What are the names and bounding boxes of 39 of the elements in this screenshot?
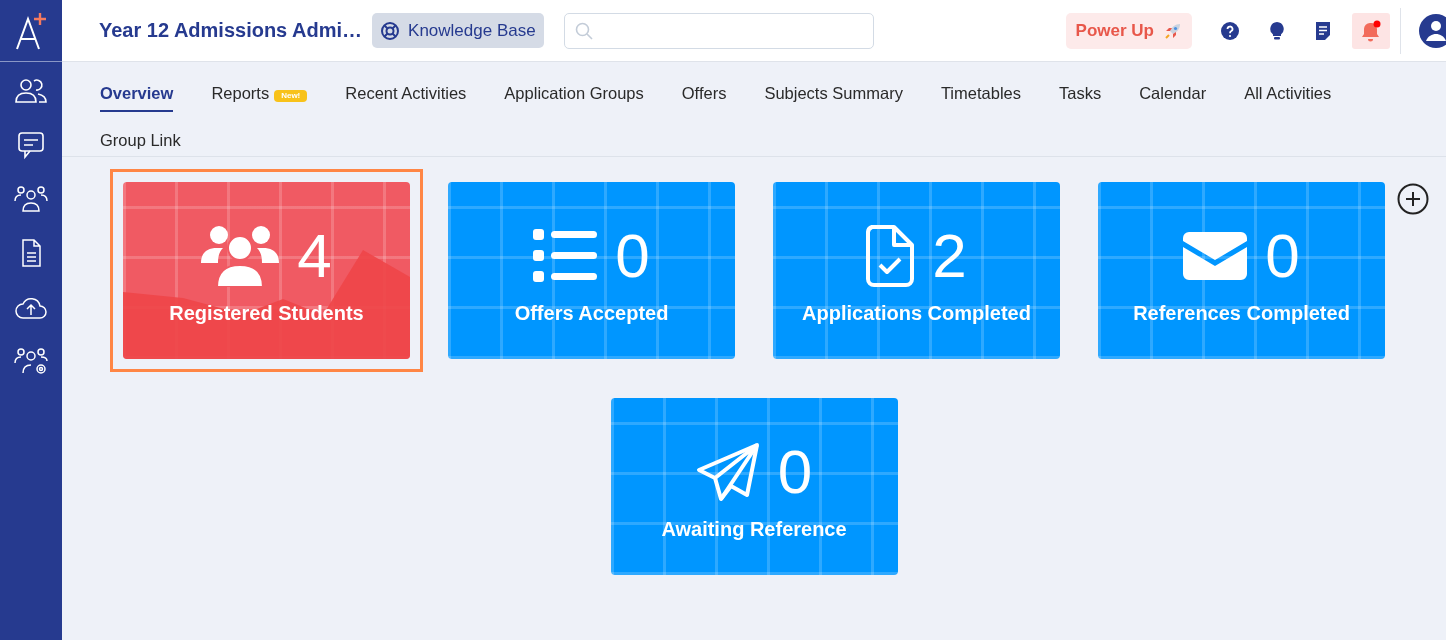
tab[interactable]: Application Groups xyxy=(504,73,644,120)
lifebuoy-icon xyxy=(380,20,401,41)
envelope-icon xyxy=(1183,232,1248,280)
people-icon[interactable] xyxy=(14,76,48,106)
tab[interactable]: Calendar xyxy=(1139,73,1207,120)
tab[interactable]: Subjects Summary xyxy=(764,73,903,120)
knowledge-base-button[interactable]: Knowledge Base xyxy=(372,13,544,48)
stat-count: 0 xyxy=(777,441,813,503)
list-icon xyxy=(533,229,598,283)
stat-count: 2 xyxy=(932,225,967,287)
tab[interactable]: Recent Activities xyxy=(345,73,467,120)
stat-count: 4 xyxy=(297,225,332,287)
new-badge: New! xyxy=(274,90,308,102)
document-check-icon xyxy=(866,225,915,287)
paper-plane-icon xyxy=(695,442,760,502)
people-icon xyxy=(201,225,280,287)
stat-label: Applications Completed xyxy=(802,302,1031,325)
group-icon[interactable] xyxy=(14,184,48,214)
stat-label: Awaiting Reference xyxy=(661,518,847,541)
rocket-icon xyxy=(1164,21,1182,40)
tab[interactable]: Reports New! xyxy=(211,73,308,120)
search-icon xyxy=(574,21,593,40)
tab[interactable]: All Activities xyxy=(1244,73,1332,120)
stat-count: 0 xyxy=(615,225,650,287)
tab[interactable]: Timetables xyxy=(940,73,1021,120)
avatar-icon[interactable] xyxy=(1416,13,1446,48)
stat-label: References Completed xyxy=(1133,302,1350,325)
stat-label: Offers Accepted xyxy=(514,302,669,325)
group-settings-icon[interactable] xyxy=(14,346,48,376)
page-title: Year 12 Admissions Admi… xyxy=(99,19,363,42)
stat-label: Registered Students xyxy=(169,302,364,325)
tab[interactable]: Offers xyxy=(681,73,727,120)
stat-card[interactable]: 4 Registered Students xyxy=(123,182,410,359)
tab[interactable]: Tasks xyxy=(1059,73,1102,120)
stat-count: 0 xyxy=(1265,225,1300,287)
search-field[interactable] xyxy=(563,12,874,49)
notification-bell-icon[interactable] xyxy=(1352,12,1390,49)
add-icon[interactable] xyxy=(1397,183,1429,215)
tab[interactable]: Group Link xyxy=(100,120,181,167)
